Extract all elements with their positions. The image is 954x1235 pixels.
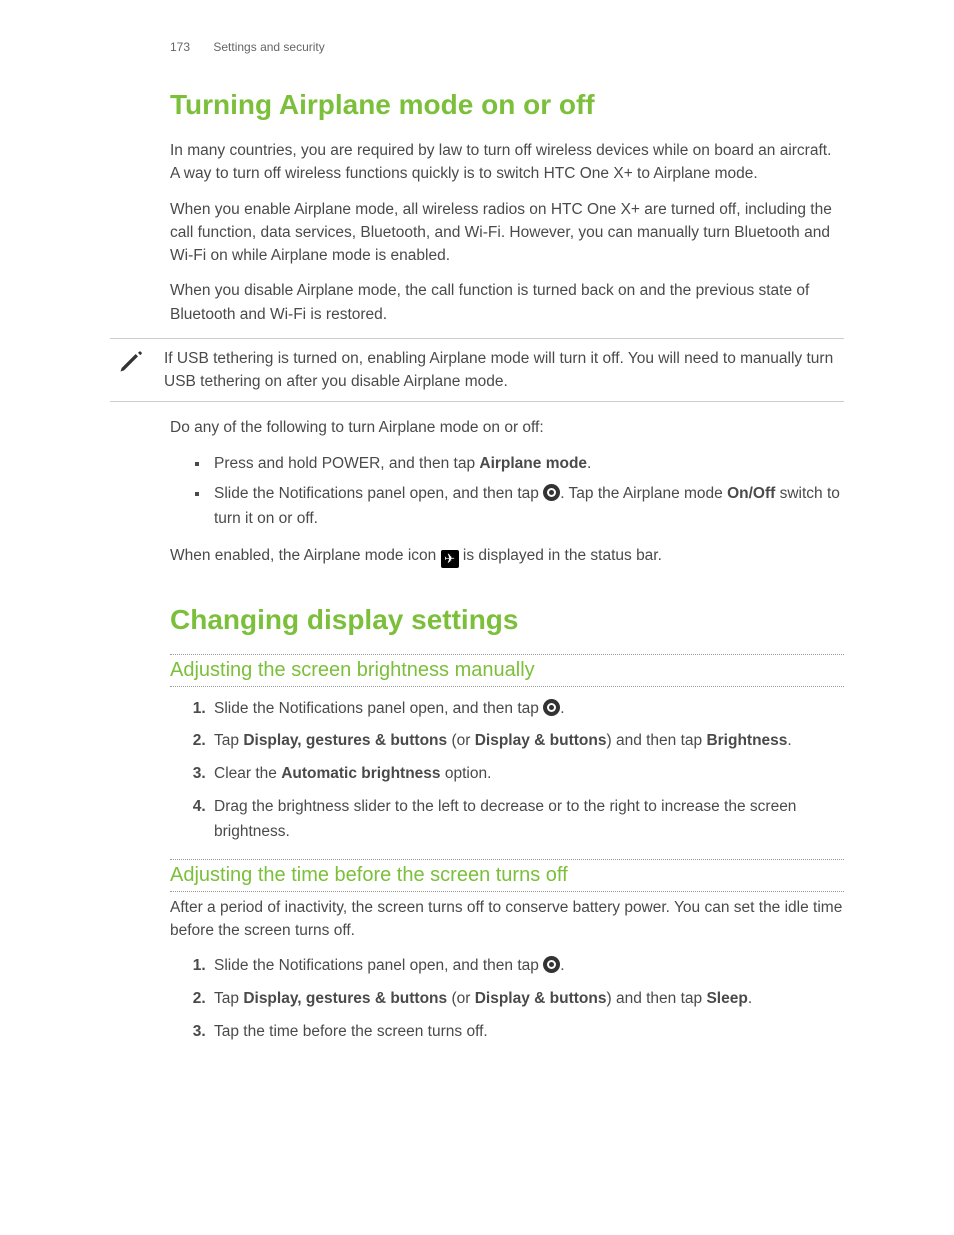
- brightness-steps: Slide the Notifications panel open, and …: [170, 697, 844, 845]
- list-item: Slide the Notifications panel open, and …: [210, 482, 844, 532]
- list-item: Clear the Automatic brightness option.: [210, 762, 844, 787]
- airplane-para-5: When enabled, the Airplane mode icon ✈ i…: [170, 544, 844, 568]
- list-item: Tap Display, gestures & buttons (or Disp…: [210, 987, 844, 1012]
- airplane-para-2: When you enable Airplane mode, all wirel…: [170, 198, 844, 268]
- airplane-icon: ✈: [441, 550, 459, 568]
- list-item: Slide the Notifications panel open, and …: [210, 697, 844, 722]
- subheading-brightness: Adjusting the screen brightness manually: [170, 654, 844, 687]
- airplane-para-1: In many countries, you are required by l…: [170, 139, 844, 186]
- airplane-para-4: Do any of the following to turn Airplane…: [170, 416, 844, 439]
- list-item: Tap the time before the screen turns off…: [210, 1020, 844, 1045]
- gear-icon: [543, 484, 560, 501]
- gear-icon: [543, 699, 560, 716]
- note-text: If USB tethering is turned on, enabling …: [164, 347, 844, 394]
- pencil-icon: [110, 347, 152, 394]
- section-name: Settings and security: [213, 40, 324, 54]
- page-number: 173: [170, 40, 190, 54]
- sleep-intro: After a period of inactivity, the screen…: [170, 896, 844, 943]
- page-header: 173 Settings and security: [110, 40, 844, 54]
- gear-icon: [543, 956, 560, 973]
- heading-display: Changing display settings: [170, 604, 844, 636]
- list-item: Tap Display, gestures & buttons (or Disp…: [210, 729, 844, 754]
- list-item: Press and hold POWER, and then tap Airpl…: [210, 452, 844, 477]
- list-item: Drag the brightness slider to the left t…: [210, 795, 844, 845]
- list-item: Slide the Notifications panel open, and …: [210, 954, 844, 979]
- airplane-para-3: When you disable Airplane mode, the call…: [170, 279, 844, 326]
- sleep-steps: Slide the Notifications panel open, and …: [170, 954, 844, 1044]
- note-box: If USB tethering is turned on, enabling …: [110, 338, 844, 403]
- subheading-sleep: Adjusting the time before the screen tur…: [170, 859, 844, 892]
- airplane-bullets: Press and hold POWER, and then tap Airpl…: [170, 452, 844, 532]
- heading-airplane: Turning Airplane mode on or off: [170, 89, 844, 121]
